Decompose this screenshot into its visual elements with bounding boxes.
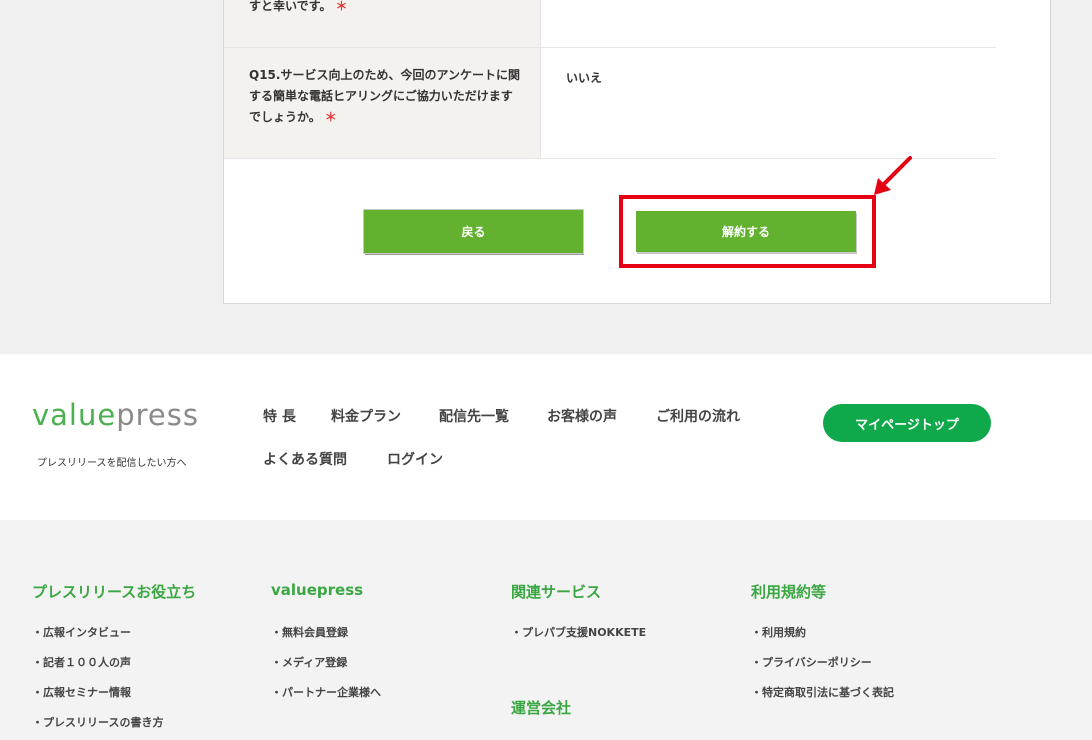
cancel-contract-button[interactable]: 解約する (636, 211, 856, 252)
logo-value-text: value (32, 398, 117, 432)
column-title-related-services: 関連サービス (511, 583, 602, 601)
cancellation-form: すと幸いです。＊ Q15.サービス向上のため、今回のアンケートに関する簡単な電話… (223, 0, 1051, 304)
logo-press-text: press (116, 398, 199, 432)
footer-link[interactable]: ・記者１００人の声 (32, 654, 131, 670)
footer-link[interactable]: ・広報セミナー情報 (32, 684, 131, 700)
column-title-terms: 利用規約等 (751, 583, 827, 601)
question-label: すと幸いです。＊ (224, 0, 541, 47)
footer-links-section: プレスリリースお役立ち ・広報インタビュー ・記者１００人の声 ・広報セミナー情… (0, 520, 1092, 740)
nav-link-pricing[interactable]: 料金プラン (331, 406, 401, 426)
answer-value: いいえ (566, 71, 603, 85)
nav-link-testimonials[interactable]: お客様の声 (547, 406, 617, 426)
question-text: Q15.サービス向上のため、今回のアンケートに関する簡単な電話ヒアリングにご協力… (249, 68, 520, 124)
required-mark: ＊ (324, 110, 337, 124)
footer-link[interactable]: ・パートナー企業様へ (271, 684, 381, 700)
nav-link-faq[interactable]: よくある質問 (263, 449, 347, 469)
column-title-company: 運営会社 (511, 699, 572, 717)
footer-link[interactable]: ・プレパブ支援NOKKETE (511, 624, 646, 640)
nav-link-features[interactable]: 特 長 (263, 406, 296, 426)
column-title-valuepress: valuepress (271, 581, 364, 599)
footer-link[interactable]: ・メディア登録 (271, 654, 347, 670)
footer-link[interactable]: ・特定商取引法に基づく表記 (751, 684, 894, 700)
question-text: すと幸いです。 (249, 0, 332, 13)
nav-link-distribution[interactable]: 配信先一覧 (439, 406, 509, 426)
required-mark: ＊ (335, 0, 348, 13)
tagline: プレスリリースを配信したい方へ (37, 458, 187, 469)
footer-link[interactable]: ・利用規約 (751, 624, 806, 640)
nav-link-login[interactable]: ログイン (387, 449, 443, 469)
nav-link-flow[interactable]: ご利用の流れ (656, 406, 740, 426)
footer-link[interactable]: ・プライバシーポリシー (751, 654, 872, 670)
mypage-top-button[interactable]: マイページトップ (823, 404, 991, 442)
question-row-q14: すと幸いです。＊ (224, 0, 996, 48)
footer-link[interactable]: ・無料会員登録 (271, 624, 348, 640)
question-row-q15: Q15.サービス向上のため、今回のアンケートに関する簡単な電話ヒアリングにご協力… (224, 48, 996, 159)
question-label: Q15.サービス向上のため、今回のアンケートに関する簡単な電話ヒアリングにご協力… (224, 48, 541, 158)
footer-nav-section: valuepress プレスリリースを配信したい方へ 特 長 料金プラン 配信先… (0, 354, 1092, 520)
footer-link[interactable]: ・プレスリリースの書き方 (32, 714, 163, 730)
valuepress-logo[interactable]: valuepress (32, 398, 199, 432)
column-title-resources: プレスリリースお役立ち (32, 583, 197, 601)
back-button[interactable]: 戻る (364, 210, 583, 253)
footer-link[interactable]: ・広報インタビュー (32, 624, 131, 640)
